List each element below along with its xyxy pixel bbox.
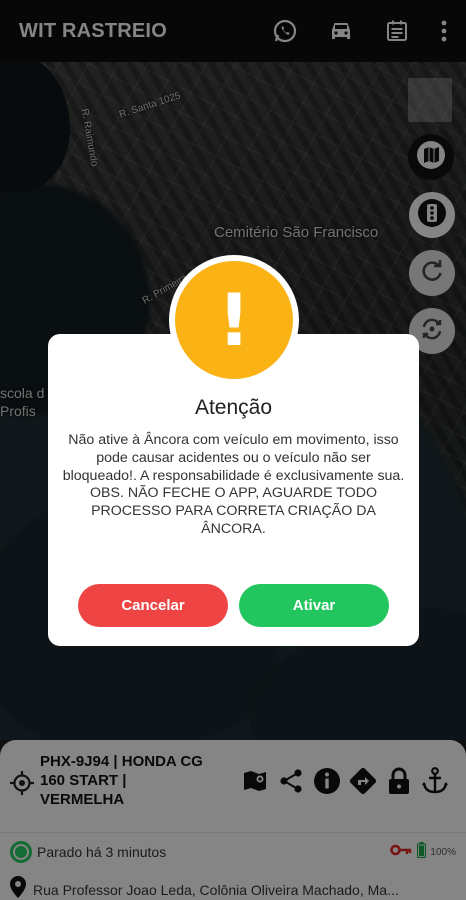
exclamation-icon: ! xyxy=(217,278,251,362)
dialog-message: Não ative à Âncora com veículo em movime… xyxy=(62,432,405,537)
alert-badge: ! xyxy=(169,255,299,385)
dialog-title: Atenção xyxy=(194,396,273,419)
cancel-button[interactable]: Cancelar xyxy=(78,584,228,627)
activate-button[interactable]: Ativar xyxy=(239,584,389,627)
